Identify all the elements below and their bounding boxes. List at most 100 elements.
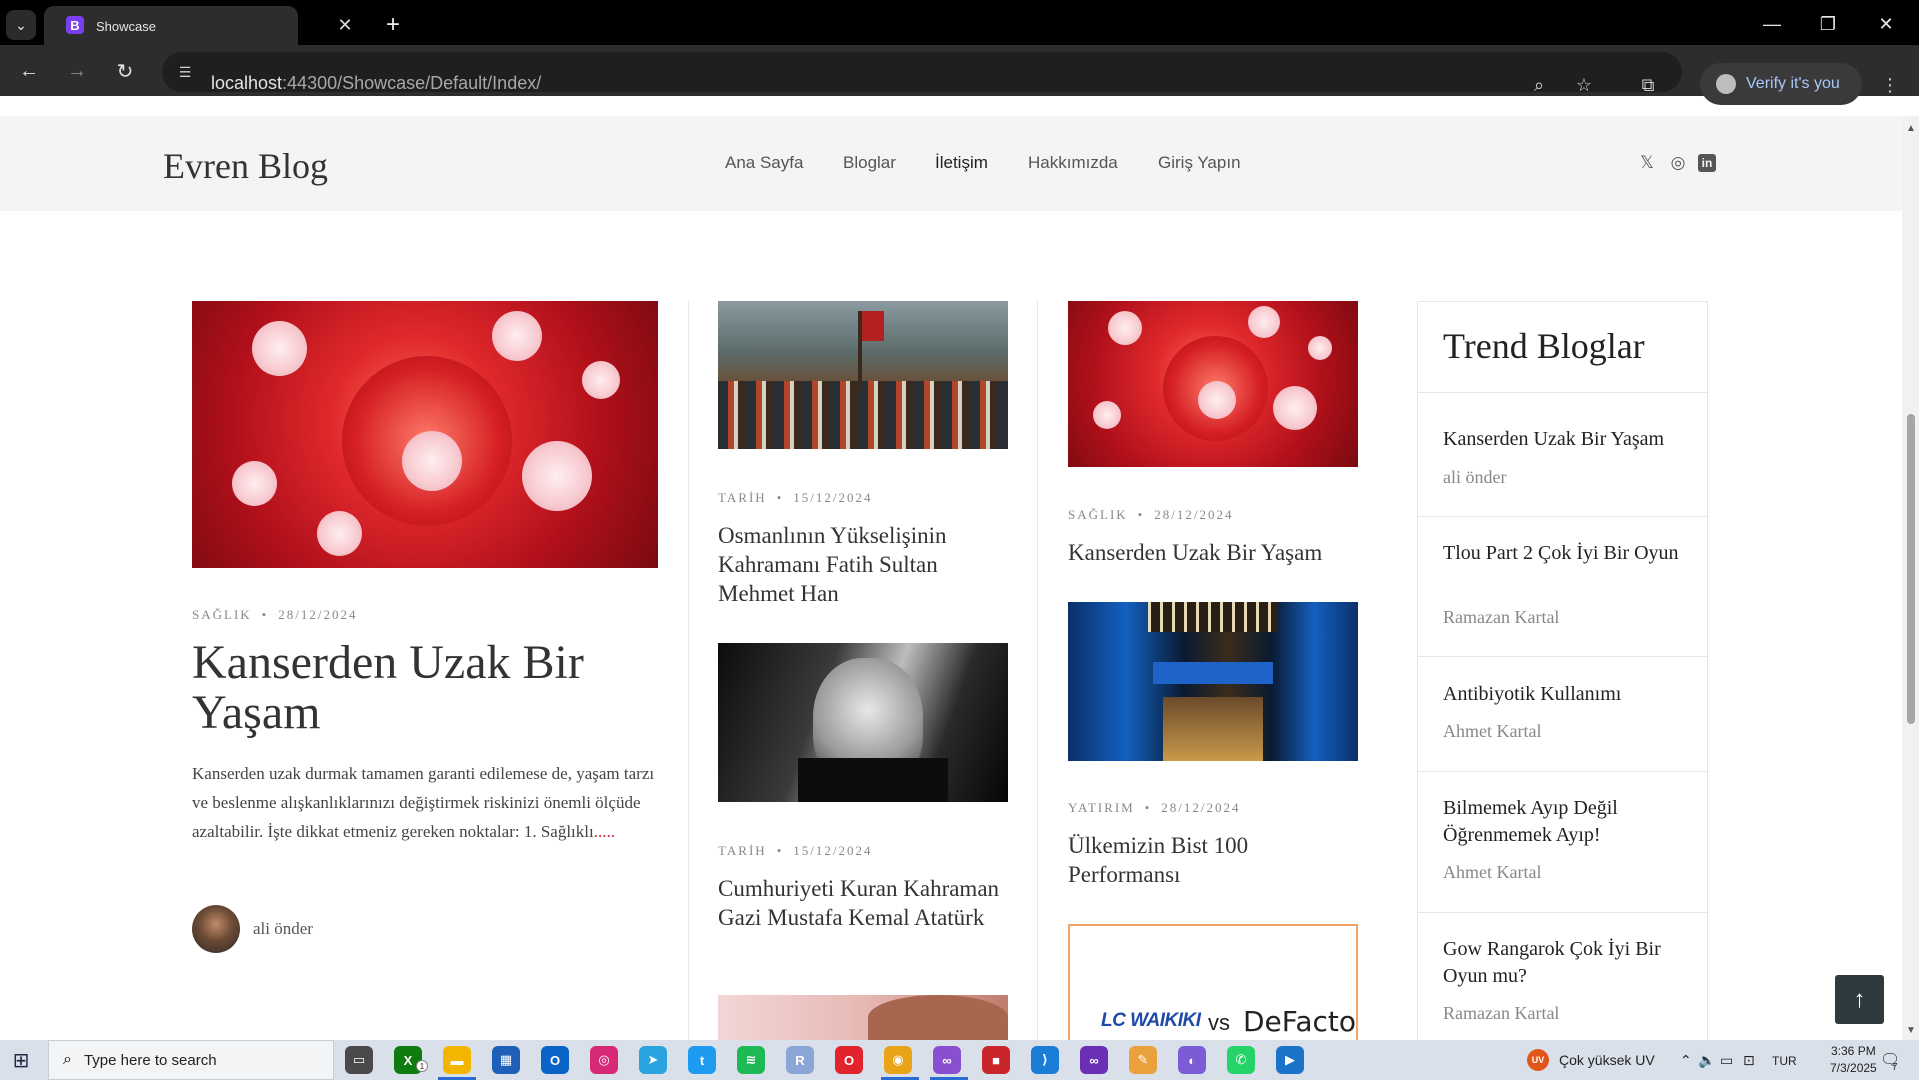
sidebar-title: Trend Bloglar: [1443, 326, 1645, 366]
trend-post-title[interactable]: Bilmemek Ayıp Değil Öğrenmemek Ayıp!: [1443, 795, 1683, 849]
tray-overflow-icon[interactable]: ⌃: [1680, 1052, 1692, 1069]
linkedin-icon[interactable]: in: [1698, 154, 1716, 172]
reload-icon[interactable]: ↻: [110, 56, 140, 86]
instagram-app-icon[interactable]: ◎: [590, 1046, 618, 1074]
vscode-icon[interactable]: ⟩: [1031, 1046, 1059, 1074]
ad-brand-lcwaikiki: LC WAIKIKI: [1101, 1010, 1201, 1031]
author-avatar[interactable]: [192, 905, 240, 953]
post-meta: SAĞLIK • 28/12/2024: [1068, 507, 1234, 522]
red-app-icon[interactable]: ■: [982, 1046, 1010, 1074]
nav-iletisim[interactable]: İletişim: [935, 153, 988, 173]
volume-icon[interactable]: 🔈: [1698, 1052, 1715, 1069]
arc-icon[interactable]: ◐: [1178, 1046, 1206, 1074]
post-image-ataturk[interactable]: [718, 643, 1008, 802]
trend-post-author[interactable]: Ahmet Kartal: [1443, 721, 1541, 742]
verify-label: Verify it's you: [1746, 75, 1840, 92]
trend-post-author[interactable]: Ramazan Kartal: [1443, 607, 1559, 628]
sidebar-divider: [1418, 656, 1707, 657]
forward-icon[interactable]: →: [62, 56, 92, 86]
trend-post-title[interactable]: Kanserden Uzak Bir Yaşam: [1443, 426, 1683, 453]
post-image-kanser[interactable]: [1068, 301, 1358, 467]
new-tab-icon[interactable]: +: [380, 11, 406, 38]
uv-weather-icon[interactable]: UV: [1527, 1049, 1549, 1071]
trend-post-author[interactable]: ali önder: [1443, 467, 1506, 488]
scrollbar-thumb[interactable]: [1907, 414, 1915, 724]
windows-start-icon[interactable]: ⊞: [10, 1049, 32, 1072]
post-image-fatih[interactable]: [718, 301, 1008, 449]
scroll-down-icon[interactable]: ▼: [1905, 1024, 1917, 1036]
trend-post-author[interactable]: Ramazan Kartal: [1443, 1003, 1559, 1024]
trend-post-title[interactable]: Antibiyotik Kullanımı: [1443, 681, 1683, 708]
verify-profile-button[interactable]: Verify it's you: [1700, 63, 1862, 105]
prime-video-icon[interactable]: ▶: [1276, 1046, 1304, 1074]
twitter-app-icon[interactable]: t: [688, 1046, 716, 1074]
window-close-icon[interactable]: ✕: [1866, 10, 1906, 38]
clock-time: 3:36 PM: [1831, 1044, 1876, 1058]
tab-search-icon[interactable]: ⌄: [6, 10, 36, 40]
task-view-icon[interactable]: ▭: [345, 1046, 373, 1074]
nav-hakkimizda[interactable]: Hakkımızda: [1028, 153, 1118, 173]
x-twitter-icon[interactable]: 𝕏: [1636, 152, 1658, 174]
instagram-icon[interactable]: ◎: [1667, 152, 1689, 174]
visual-studio-2-icon[interactable]: ∞: [1080, 1046, 1108, 1074]
spotify-icon[interactable]: ≋: [737, 1046, 765, 1074]
author-name[interactable]: ali önder: [253, 919, 313, 939]
paint-icon[interactable]: ✎: [1129, 1046, 1157, 1074]
url-text[interactable]: localhost:44300/Showcase/Default/Index/: [211, 73, 541, 94]
extensions-icon[interactable]: ⧉: [1636, 73, 1660, 97]
file-explorer-icon[interactable]: ▬: [443, 1046, 471, 1074]
zoom-icon[interactable]: ⌕: [1527, 73, 1551, 97]
post-category[interactable]: SAĞLIK: [1068, 507, 1128, 522]
weather-text[interactable]: Çok yüksek UV: [1559, 1052, 1655, 1068]
post-category[interactable]: TARİH: [718, 490, 767, 505]
tab-favicon: B: [66, 16, 84, 34]
close-icon[interactable]: ✕: [334, 14, 356, 36]
restore-icon[interactable]: ❐: [1808, 10, 1848, 38]
post-title[interactable]: Osmanlının Yükselişinin Kahramanı Fatih …: [718, 521, 1008, 608]
featured-post-image[interactable]: [192, 301, 658, 568]
nav-giris-yapin[interactable]: Giriş Yapın: [1158, 153, 1241, 173]
nav-ana-sayfa[interactable]: Ana Sayfa: [725, 153, 803, 173]
nav-bloglar[interactable]: Bloglar: [843, 153, 896, 173]
visual-studio-icon[interactable]: ∞: [933, 1046, 961, 1074]
whatsapp-icon[interactable]: ✆: [1227, 1046, 1255, 1074]
site-logo[interactable]: Evren Blog: [163, 145, 328, 187]
back-icon[interactable]: ←: [14, 56, 44, 86]
r-app-icon[interactable]: R: [786, 1046, 814, 1074]
opera-icon[interactable]: O: [835, 1046, 863, 1074]
featured-title[interactable]: Kanserden Uzak Bir Yaşam: [192, 638, 652, 738]
language-indicator[interactable]: TUR: [1772, 1054, 1797, 1068]
read-more-link[interactable]: .....: [594, 822, 615, 841]
bookmark-star-icon[interactable]: ☆: [1572, 73, 1596, 97]
sidebar-divider: [1418, 516, 1707, 517]
post-title[interactable]: Cumhuriyeti Kuran Kahraman Gazi Mustafa …: [718, 874, 1008, 932]
minimize-icon[interactable]: —: [1752, 10, 1792, 38]
site-info-icon[interactable]: ☰: [174, 61, 196, 83]
post-date: 15/12/2024: [793, 843, 873, 858]
post-category[interactable]: TARİH: [718, 843, 767, 858]
kebab-menu-icon[interactable]: ⋮: [1878, 73, 1902, 97]
post-title[interactable]: Ülkemizin Bist 100 Performansı: [1068, 831, 1358, 889]
store-icon[interactable]: ▦: [492, 1046, 520, 1074]
trend-post-title[interactable]: Gow Rangarok Çok İyi Bir Oyun mu?: [1443, 936, 1683, 990]
sidebar-divider: [1418, 392, 1707, 393]
taskbar-search[interactable]: ⌕ Type here to search: [48, 1040, 334, 1080]
outlook-icon[interactable]: O: [541, 1046, 569, 1074]
taskbar-clock[interactable]: 3:36 PM 7/3/2025: [1830, 1043, 1877, 1077]
scroll-up-icon[interactable]: ▲: [1905, 122, 1917, 134]
network-icon[interactable]: ⊡: [1743, 1052, 1755, 1069]
trend-post-title[interactable]: Tlou Part 2 Çok İyi Bir Oyun: [1443, 540, 1683, 567]
back-to-top-button[interactable]: ↑: [1835, 975, 1884, 1024]
chrome-icon[interactable]: ◉: [884, 1046, 912, 1074]
post-image-partial[interactable]: [718, 995, 1008, 1040]
battery-icon[interactable]: ▭: [1720, 1052, 1733, 1069]
featured-category[interactable]: SAĞLIK: [192, 607, 252, 622]
post-meta: TARİH • 15/12/2024: [718, 490, 873, 505]
post-category[interactable]: YATIRIM: [1068, 800, 1135, 815]
post-title[interactable]: Kanserden Uzak Bir Yaşam: [1068, 538, 1358, 567]
tab-title: Showcase: [96, 19, 156, 34]
post-image-bist[interactable]: [1068, 602, 1358, 761]
trend-post-author[interactable]: Ahmet Kartal: [1443, 862, 1541, 883]
telegram-icon[interactable]: ➤: [639, 1046, 667, 1074]
profile-avatar-icon: [1716, 74, 1736, 94]
